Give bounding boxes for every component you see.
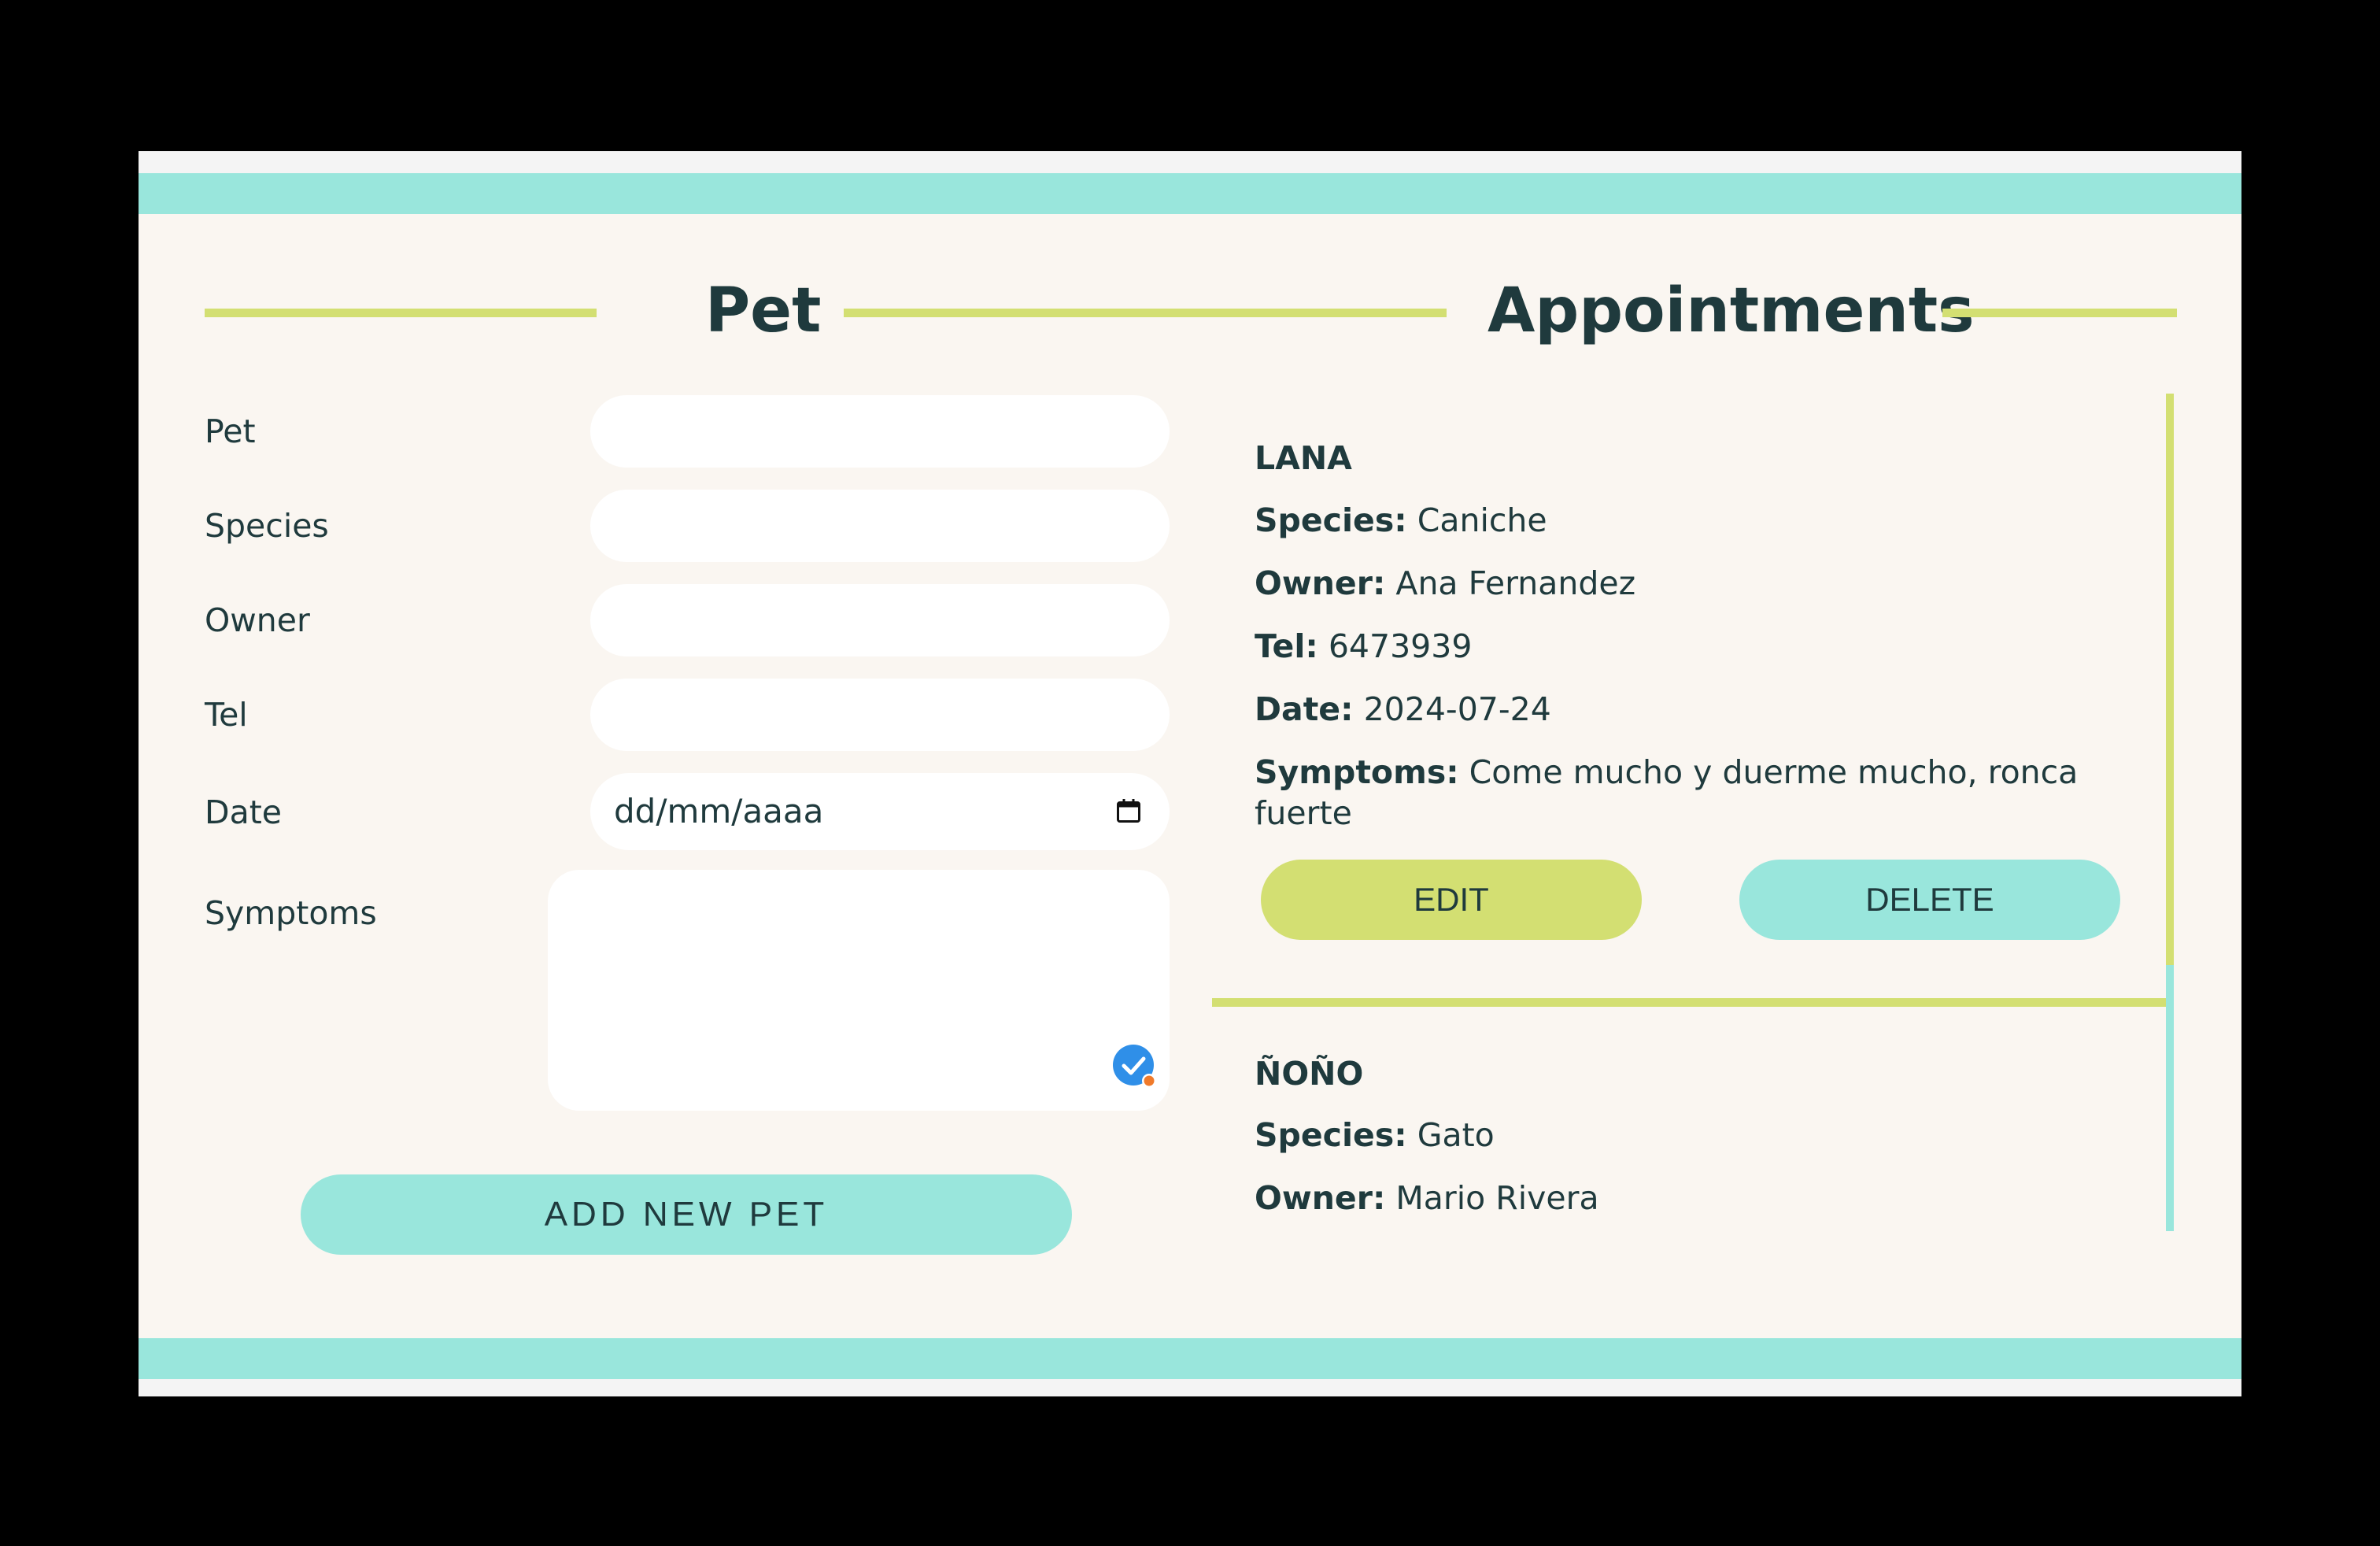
heading-rule-right <box>1942 309 2177 317</box>
date-placeholder: dd/mm/aaaa <box>614 792 824 830</box>
symptoms-key: Symptoms: <box>1255 753 1459 791</box>
appointments-scrollbar-thumb[interactable] <box>2166 394 2174 965</box>
pet-section-heading: Pet <box>205 272 1236 350</box>
top-band <box>139 173 2241 214</box>
species-input[interactable] <box>590 490 1170 562</box>
appointments-list[interactable]: LANA Species: Caniche Owner: Ana Fernand… <box>1212 394 2174 1231</box>
heading-rule-left <box>1212 309 1447 317</box>
species-key: Species: <box>1255 501 1407 539</box>
appointment-pet-name: ÑOÑO <box>1255 1055 1364 1093</box>
appointment-divider <box>1212 998 2169 1007</box>
date-value: 2024-07-24 <box>1363 690 1551 728</box>
owner-key: Owner: <box>1255 564 1386 602</box>
heading-rule-right <box>844 309 1236 317</box>
delete-button[interactable]: DELETE <box>1739 860 2120 940</box>
tel-key: Tel: <box>1255 627 1318 665</box>
date-input[interactable]: dd/mm/aaaa <box>590 773 1170 850</box>
appointments-section-heading: Appointments <box>1212 272 2177 350</box>
owner-key: Owner: <box>1255 1179 1386 1217</box>
pet-label: Pet <box>205 412 256 450</box>
appointments-heading-title: Appointments <box>1488 276 1975 346</box>
edit-button[interactable]: EDIT <box>1261 860 1642 940</box>
species-key: Species: <box>1255 1116 1407 1154</box>
app-container: Pet Appointments Pet Species Owner Tel D… <box>139 173 2241 1379</box>
appointment-date-row: Date: 2024-07-24 <box>1255 689 2120 730</box>
bottom-band <box>139 1338 2241 1379</box>
tel-label: Tel <box>205 696 248 734</box>
symptoms-label: Symptoms <box>205 894 377 932</box>
date-label: Date <box>205 793 282 831</box>
owner-value: Ana Fernandez <box>1395 564 1636 602</box>
appointment-pet-name: LANA <box>1255 439 1352 477</box>
appointment-species-row: Species: Caniche <box>1255 500 2120 541</box>
calendar-icon[interactable] <box>1114 797 1143 825</box>
appointment-tel-row: Tel: 6473939 <box>1255 626 2120 667</box>
pet-input[interactable] <box>590 395 1170 468</box>
pet-heading-title: Pet <box>705 276 822 346</box>
species-value: Gato <box>1417 1116 1495 1154</box>
appointment-owner-row: Owner: Ana Fernandez <box>1255 563 2120 604</box>
owner-input[interactable] <box>590 584 1170 656</box>
species-value: Caniche <box>1417 501 1547 539</box>
date-key: Date: <box>1255 690 1354 728</box>
add-new-pet-button[interactable]: ADD NEW PET <box>301 1174 1072 1255</box>
grammar-check-icon[interactable] <box>1111 1043 1159 1090</box>
appointment-species-row: Species: Gato <box>1255 1115 2120 1156</box>
owner-value: Mario Rivera <box>1395 1179 1599 1217</box>
tel-input[interactable] <box>590 679 1170 751</box>
appointment-owner-row: Owner: Mario Rivera <box>1255 1178 2120 1219</box>
owner-label: Owner <box>205 601 310 639</box>
tel-value: 6473939 <box>1328 627 1473 665</box>
appointment-symptoms-row: Symptoms: Come mucho y duerme mucho, ron… <box>1255 752 2120 834</box>
heading-rule-left <box>205 309 597 317</box>
species-label: Species <box>205 507 329 545</box>
symptoms-textarea[interactable] <box>548 870 1170 1111</box>
